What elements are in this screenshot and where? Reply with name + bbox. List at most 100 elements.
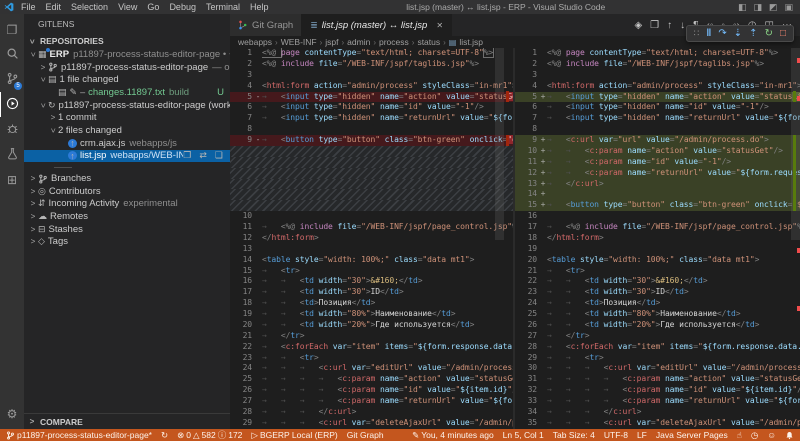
status-sync[interactable]: ↻ bbox=[161, 430, 168, 441]
status-debug-target[interactable]: ▷BGERP Local (ERP) bbox=[251, 430, 337, 441]
tree-item-branches[interactable]: >Branches bbox=[24, 172, 230, 185]
tree-item-incoming-activity[interactable]: >⇵Incoming Activityexperimental bbox=[24, 198, 230, 211]
diff-modified-pane[interactable]: 1<%@ page contentType="text/html; charse… bbox=[515, 48, 800, 429]
status-eol[interactable]: LF bbox=[637, 430, 647, 440]
restart-icon[interactable]: ↻ bbox=[765, 28, 773, 39]
tree-item-stashes[interactable]: >⊟Stashes bbox=[24, 223, 230, 236]
breadcrumb-segment[interactable]: process bbox=[379, 37, 409, 47]
breadcrumb-segment[interactable]: admin bbox=[347, 37, 370, 47]
diff-original-pane[interactable]: 1<%@ page contentType="text/html; charse… bbox=[230, 48, 513, 429]
tree-item-2-files-changed[interactable]: >2 files changed bbox=[24, 124, 230, 137]
compare-section-header[interactable]: > COMPARE bbox=[24, 413, 230, 429]
status-smiley[interactable]: ☺ bbox=[767, 430, 776, 440]
copy-icon[interactable]: ❐ bbox=[183, 150, 191, 161]
tree-item-changes-11897-txt[interactable]: ▤✎–changes.11897.txtbuildU bbox=[24, 86, 230, 99]
chevron-down-icon[interactable]: > bbox=[39, 75, 48, 85]
menu-terminal[interactable]: Terminal bbox=[201, 2, 245, 12]
chevron-down-icon[interactable]: > bbox=[29, 49, 38, 59]
activity-gear-icon[interactable]: ⚙ bbox=[0, 401, 24, 426]
copy-file-icon[interactable]: ❐ bbox=[650, 20, 659, 31]
tree-item-tags[interactable]: >◇Tags bbox=[24, 236, 230, 249]
step-out-icon[interactable]: ⇡ bbox=[749, 28, 757, 39]
stop-icon[interactable]: □ bbox=[780, 28, 786, 39]
breadcrumb-segment[interactable]: WEB-INF bbox=[281, 37, 317, 47]
chevron-right-icon[interactable]: > bbox=[28, 237, 38, 246]
line-number: 16 bbox=[515, 211, 539, 222]
activity-gitlens-icon[interactable] bbox=[0, 92, 24, 117]
activity-test-icon[interactable] bbox=[0, 142, 24, 167]
tree-item-crm-ajax-js[interactable]: ↑crm.ajax.jswebapps/js bbox=[24, 137, 230, 150]
tree-item-erp[interactable]: >▦ERPp11897-process-status-editor-page •… bbox=[24, 48, 230, 61]
menu-help[interactable]: Help bbox=[245, 2, 274, 12]
status-problems[interactable]: ⊗0△582ⓘ172 bbox=[177, 429, 242, 441]
tree-item-contributors[interactable]: >◎Contributors bbox=[24, 185, 230, 198]
breadcrumb-segment[interactable]: jspf bbox=[325, 37, 338, 47]
code-text: <table style="width: 100%;" class="data … bbox=[262, 255, 513, 266]
status-timer[interactable]: ◷ bbox=[751, 430, 758, 441]
close-icon[interactable]: ✕ bbox=[436, 21, 443, 30]
chevron-right-icon[interactable]: > bbox=[28, 199, 38, 208]
status-blame[interactable]: ✎You, 4 minutes ago bbox=[412, 430, 494, 441]
next-change-icon[interactable]: ↓ bbox=[680, 20, 685, 31]
activity-extensions-icon[interactable]: ⊞ bbox=[0, 167, 24, 192]
layout-customize-icon[interactable]: ▣ bbox=[784, 2, 793, 13]
left-scrollbar[interactable] bbox=[495, 48, 504, 240]
status-notifications[interactable] bbox=[785, 431, 794, 440]
tree-item-1-commit[interactable]: >1 commit bbox=[24, 111, 230, 124]
tree-item-p11897-process-status-editor-p[interactable]: >↻p11897-process-status-editor-page (wor… bbox=[24, 99, 230, 112]
chevron-down-icon[interactable]: > bbox=[39, 100, 48, 110]
chevron-right-icon[interactable]: > bbox=[48, 113, 58, 122]
code-row: 1<%@ page contentType="text/html; charse… bbox=[515, 48, 800, 59]
tree-item-list-jsp[interactable]: ↑list.jspwebapps/WEB-INF/jspf/admin/pr..… bbox=[24, 150, 230, 163]
status-language[interactable]: Java Server Pages bbox=[656, 430, 728, 440]
status-tab-size[interactable]: Tab Size: 4 bbox=[553, 430, 595, 440]
open-file-icon[interactable]: ❏ bbox=[215, 150, 223, 161]
layout-panel-icon[interactable]: ◨ bbox=[753, 2, 762, 13]
tree-item-remotes[interactable]: >☁Remotes bbox=[24, 210, 230, 223]
step-over-icon[interactable]: ↷ bbox=[718, 28, 726, 39]
repositories-section-header[interactable]: > REPOSITORIES bbox=[24, 34, 230, 48]
status-problems-label: 0 bbox=[186, 430, 191, 440]
chevron-right-icon[interactable]: > bbox=[28, 225, 38, 234]
menu-selection[interactable]: Selection bbox=[66, 2, 113, 12]
chevron-right-icon[interactable]: > bbox=[28, 174, 38, 183]
chevron-right-icon[interactable]: > bbox=[38, 63, 48, 72]
status-language-label: Java Server Pages bbox=[656, 430, 728, 440]
tab-diff-listjsp[interactable]: ≣ list.jsp (master) ↔ list.jsp ✕ bbox=[302, 14, 452, 36]
pause-icon[interactable]: ‖ bbox=[706, 28, 711, 39]
status-git-graph[interactable]: Git Graph bbox=[347, 430, 384, 440]
layout-secondary-sidebar-icon[interactable]: ◩ bbox=[769, 2, 778, 13]
menu-edit[interactable]: Edit bbox=[41, 2, 67, 12]
status-branch[interactable]: p11897-process-status-editor-page* bbox=[6, 430, 152, 440]
prev-change-icon[interactable]: ↑ bbox=[667, 20, 672, 31]
breadcrumb-segment[interactable]: status bbox=[417, 37, 440, 47]
chevron-right-icon[interactable]: > bbox=[28, 187, 38, 196]
menu-view[interactable]: View bbox=[113, 2, 142, 12]
status-cursor-position[interactable]: Ln 5, Col 1 bbox=[503, 430, 544, 440]
chevron-down-icon[interactable]: > bbox=[49, 125, 58, 135]
activity-explorer-icon[interactable]: ❐ bbox=[0, 17, 24, 42]
menu-debug[interactable]: Debug bbox=[164, 2, 201, 12]
code-text: → → → </c:url> bbox=[262, 407, 513, 418]
compare-icon[interactable]: ⇄ bbox=[199, 150, 207, 161]
tree-item-p11897-process-status-editor-p[interactable]: >p11897-process-status-editor-page— orig… bbox=[24, 61, 230, 74]
menu-go[interactable]: Go bbox=[142, 2, 164, 12]
activity-source-control-icon[interactable]: 5 bbox=[0, 67, 24, 92]
breadcrumb-file[interactable]: list.jsp bbox=[459, 37, 483, 47]
activity-debug-icon[interactable] bbox=[0, 117, 24, 142]
activity-search-icon[interactable] bbox=[0, 42, 24, 67]
tree-item-1-file-changed[interactable]: >▤1 file changed bbox=[24, 73, 230, 86]
swap-sides-icon[interactable]: ◈ bbox=[634, 20, 642, 31]
status-encoding[interactable]: UTF-8 bbox=[604, 430, 628, 440]
line-number: 7 bbox=[230, 113, 254, 124]
tab-git-graph[interactable]: Git Graph bbox=[230, 14, 302, 36]
chevron-right-icon[interactable]: > bbox=[28, 212, 38, 221]
breadcrumb-segment[interactable]: webapps bbox=[238, 37, 272, 47]
code-text: → → <c:param name="action" value="status… bbox=[547, 146, 800, 157]
step-into-icon[interactable]: ⇣ bbox=[734, 28, 742, 39]
status-feedback[interactable]: ☝ bbox=[737, 430, 742, 441]
drag-grip-icon[interactable]: ∷ bbox=[694, 28, 700, 39]
layout-sidebar-icon[interactable]: ◧ bbox=[738, 2, 747, 13]
menu-file[interactable]: File bbox=[16, 2, 41, 12]
code-row: 8 bbox=[515, 124, 800, 135]
